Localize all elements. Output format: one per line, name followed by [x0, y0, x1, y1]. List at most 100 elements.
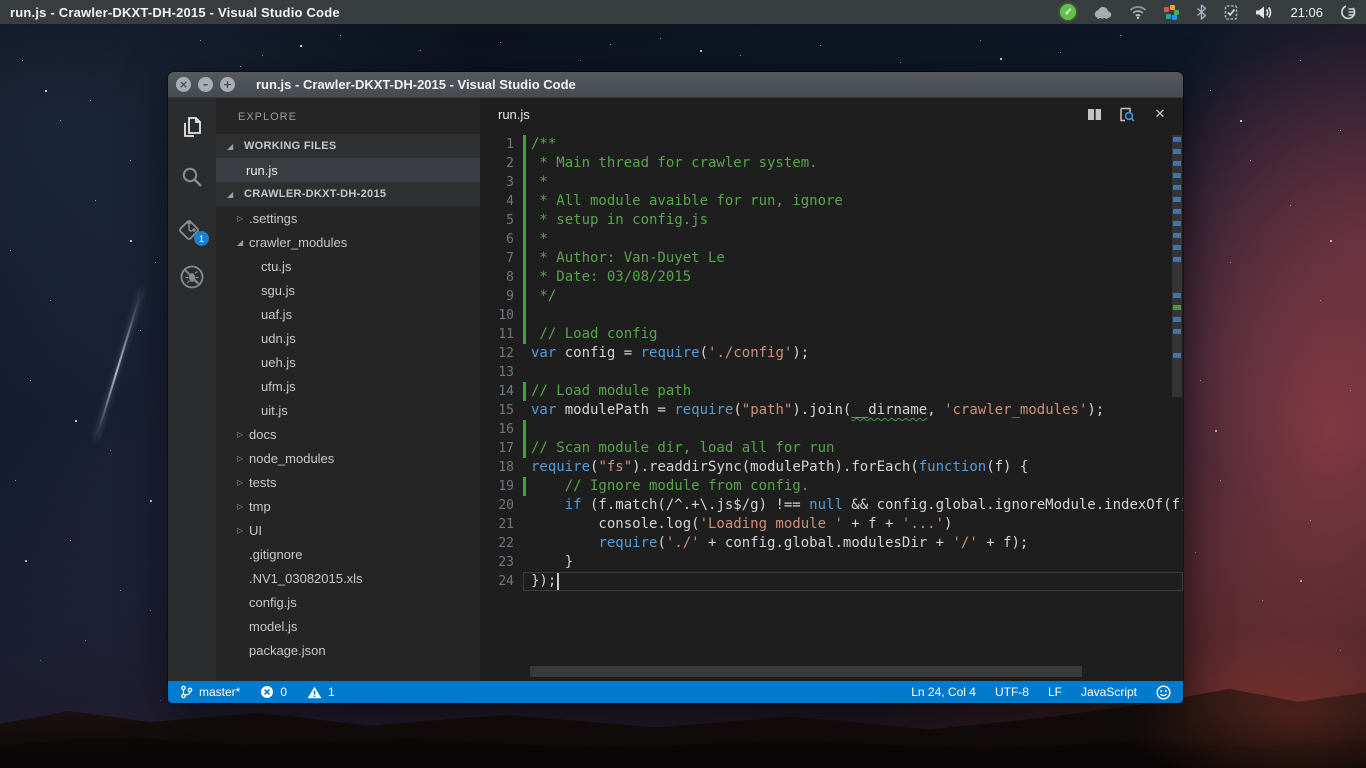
- git-added-indicator: [523, 249, 526, 268]
- editor-title-bar: run.js ✕: [480, 98, 1183, 131]
- code-line-12[interactable]: 12var config = require('./config');: [480, 344, 1183, 363]
- window-close-button[interactable]: ×: [176, 77, 191, 92]
- chevron-expanded-icon: ◢: [227, 142, 238, 151]
- code-line-21[interactable]: 21 console.log('Loading module ' + f + '…: [480, 515, 1183, 534]
- git-icon[interactable]: 1: [168, 202, 216, 252]
- chevron-collapsed-icon[interactable]: ▷: [237, 430, 249, 439]
- tree-item-crawler_modules[interactable]: ◢crawler_modules: [216, 230, 480, 254]
- code-line-8[interactable]: 8 * Date: 03/08/2015: [480, 268, 1183, 287]
- code-text: if (f.match(/^.+\.js$/g) !== null && con…: [531, 496, 1183, 515]
- code-line-9[interactable]: 9 */: [480, 287, 1183, 306]
- window-minimize-button[interactable]: –: [198, 77, 213, 92]
- git-added-indicator: [523, 192, 526, 211]
- search-icon[interactable]: [168, 152, 216, 202]
- code-text: require("fs").readdirSync(modulePath).fo…: [531, 458, 1028, 477]
- tree-item-model.js[interactable]: model.js: [216, 614, 480, 638]
- code-text: /**: [531, 135, 556, 154]
- window-titlebar[interactable]: × – + run.js - Crawler-DKXT-DH-2015 - Vi…: [168, 72, 1183, 98]
- session-menu-icon[interactable]: [1340, 4, 1356, 20]
- cursor-position[interactable]: Ln 24, Col 4: [911, 685, 976, 699]
- git-branch-icon: [180, 685, 193, 699]
- tree-item-tmp[interactable]: ▷tmp: [216, 494, 480, 518]
- file-label: run.js: [246, 163, 278, 178]
- code-line-16[interactable]: 16: [480, 420, 1183, 439]
- weather-cloud-icon[interactable]: [1093, 5, 1112, 19]
- language-mode[interactable]: JavaScript: [1081, 685, 1137, 699]
- tree-item-node_modules[interactable]: ▷node_modules: [216, 446, 480, 470]
- skype-status-icon[interactable]: ✓: [1060, 4, 1076, 20]
- errors-count[interactable]: 0: [280, 685, 287, 699]
- chevron-collapsed-icon[interactable]: ▷: [237, 454, 249, 463]
- horizontal-scrollbar[interactable]: [530, 666, 1082, 677]
- tree-item-.NV1_03082015.xls[interactable]: .NV1_03082015.xls: [216, 566, 480, 590]
- chevron-collapsed-icon[interactable]: ▷: [237, 214, 249, 223]
- tree-item-udn.js[interactable]: udn.js: [216, 326, 480, 350]
- chevron-collapsed-icon[interactable]: ▷: [237, 478, 249, 487]
- tree-item-tests[interactable]: ▷tests: [216, 470, 480, 494]
- code-line-6[interactable]: 6 *: [480, 230, 1183, 249]
- code-line-1[interactable]: 1/**: [480, 135, 1183, 154]
- code-line-17[interactable]: 17// Scan module dir, load all for run: [480, 439, 1183, 458]
- clock[interactable]: 21:06: [1290, 5, 1323, 20]
- split-editor-icon[interactable]: [1085, 106, 1103, 124]
- file-label: model.js: [249, 619, 297, 634]
- encoding[interactable]: UTF-8: [995, 685, 1029, 699]
- variety-icon[interactable]: [1164, 5, 1179, 20]
- window-maximize-button[interactable]: +: [220, 77, 235, 92]
- tree-item-.gitignore[interactable]: .gitignore: [216, 542, 480, 566]
- code-line-18[interactable]: 18 require("fs").readdirSync(modulePath).…: [480, 458, 1183, 477]
- tree-item-docs[interactable]: ▷docs: [216, 422, 480, 446]
- branch-name[interactable]: master*: [199, 685, 240, 699]
- code-line-22[interactable]: 22 require('./' + config.global.modulesD…: [480, 534, 1183, 553]
- code-line-20[interactable]: 20 if (f.match(/^.+\.js$/g) !== null && …: [480, 496, 1183, 515]
- code-line-5[interactable]: 5 * setup in config.js: [480, 211, 1183, 230]
- project-section-header[interactable]: ◢ CRAWLER-DKXT-DH-2015: [216, 182, 480, 206]
- tree-item-sgu.js[interactable]: sgu.js: [216, 278, 480, 302]
- backup-clipboard-icon[interactable]: [1224, 4, 1238, 20]
- code-line-2[interactable]: 2 * Main thread for crawler system.: [480, 154, 1183, 173]
- eol-indicator[interactable]: LF: [1048, 685, 1062, 699]
- git-added-indicator: [523, 173, 526, 192]
- tree-item-config.js[interactable]: config.js: [216, 590, 480, 614]
- explorer-icon[interactable]: [168, 102, 216, 152]
- code-line-13[interactable]: 13: [480, 363, 1183, 382]
- close-editor-icon[interactable]: ✕: [1151, 106, 1169, 124]
- code-line-7[interactable]: 7 * Author: Van-Duyet Le: [480, 249, 1183, 268]
- working-files-section-header[interactable]: ◢ WORKING FILES: [216, 134, 480, 158]
- code-line-23[interactable]: 23 }: [480, 553, 1183, 572]
- feedback-smiley-icon[interactable]: [1156, 685, 1171, 700]
- debug-icon[interactable]: [168, 252, 216, 302]
- file-label: .settings: [249, 211, 297, 226]
- tree-item-uit.js[interactable]: uit.js: [216, 398, 480, 422]
- chevron-collapsed-icon[interactable]: ▷: [237, 502, 249, 511]
- tree-item-package.json[interactable]: package.json: [216, 638, 480, 662]
- tree-item-ctu.js[interactable]: ctu.js: [216, 254, 480, 278]
- code-line-3[interactable]: 3 *: [480, 173, 1183, 192]
- tree-item-UI[interactable]: ▷UI: [216, 518, 480, 542]
- tab-run-js[interactable]: run.js: [498, 107, 530, 122]
- code-line-14[interactable]: 14// Load module path: [480, 382, 1183, 401]
- code-line-15[interactable]: 15var modulePath = require("path").join(…: [480, 401, 1183, 420]
- chevron-expanded-icon[interactable]: ◢: [237, 238, 249, 247]
- code-line-10[interactable]: 10: [480, 306, 1183, 325]
- code-line-11[interactable]: 11 // Load config: [480, 325, 1183, 344]
- warnings-count[interactable]: 1: [328, 685, 335, 699]
- code-area[interactable]: 1/**2 * Main thread for crawler system.3…: [480, 131, 1183, 665]
- code-text: * setup in config.js: [531, 211, 708, 230]
- line-number: 18: [480, 458, 514, 477]
- code-line-4[interactable]: 4 * All module avaible for run, ignore: [480, 192, 1183, 211]
- volume-icon[interactable]: [1255, 5, 1273, 20]
- working-file-run.js[interactable]: run.js: [216, 158, 480, 182]
- code-line-19[interactable]: 19 // Ignore module from config.: [480, 477, 1183, 496]
- git-added-indicator: [523, 382, 526, 401]
- tree-item-ueh.js[interactable]: ueh.js: [216, 350, 480, 374]
- bluetooth-icon[interactable]: [1196, 4, 1207, 20]
- code-line-24[interactable]: 24});: [480, 572, 1183, 591]
- vertical-scrollbar[interactable]: [1172, 135, 1182, 397]
- preview-search-icon[interactable]: [1118, 106, 1136, 124]
- tree-item-uaf.js[interactable]: uaf.js: [216, 302, 480, 326]
- wifi-icon[interactable]: [1129, 5, 1147, 19]
- tree-item-ufm.js[interactable]: ufm.js: [216, 374, 480, 398]
- tree-item-.settings[interactable]: ▷.settings: [216, 206, 480, 230]
- chevron-collapsed-icon[interactable]: ▷: [237, 526, 249, 535]
